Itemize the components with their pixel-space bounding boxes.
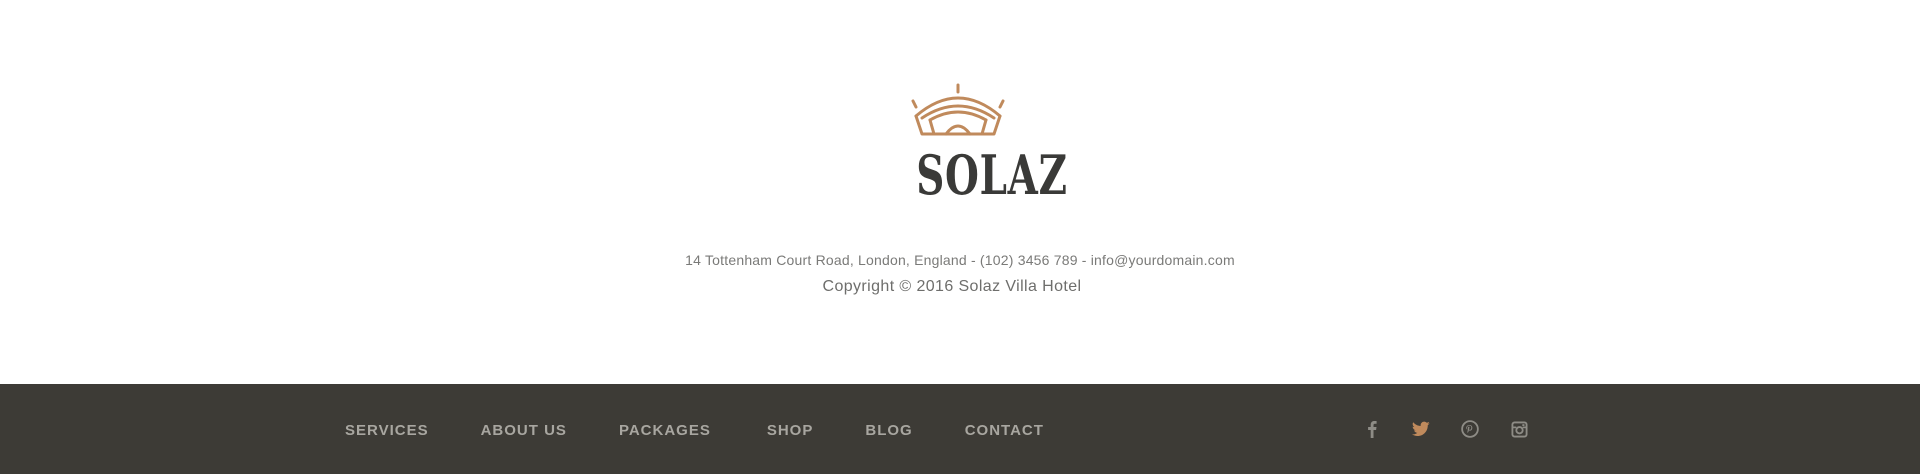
- pinterest-link[interactable]: [1458, 417, 1482, 441]
- nav-item-services[interactable]: SERVICES: [345, 422, 429, 439]
- footer-address: 14 Tottenham Court Road, London, England…: [685, 252, 1235, 268]
- pinterest-icon: [1461, 420, 1479, 438]
- instagram-link[interactable]: [1507, 417, 1531, 441]
- nav-item-about-us[interactable]: ABOUT US: [481, 422, 567, 439]
- brand-name: SOLAZ: [916, 143, 1068, 207]
- nav-item-blog[interactable]: BLOG: [865, 422, 912, 439]
- facebook-icon: [1368, 421, 1377, 438]
- brand-logo[interactable]: SOLAZ: [900, 82, 1068, 208]
- twitter-link[interactable]: [1409, 417, 1433, 441]
- footer-copyright: Copyright © 2016 Solaz Villa Hotel: [822, 278, 1082, 295]
- social-links: [1360, 417, 1531, 441]
- instagram-icon: [1510, 420, 1528, 438]
- nav-item-packages[interactable]: PACKAGES: [619, 422, 711, 439]
- twitter-icon: [1412, 421, 1430, 436]
- footer-top: SOLAZ 14 Tottenham Court Road, London, E…: [0, 0, 1920, 384]
- facebook-link[interactable]: [1360, 417, 1384, 441]
- nav-item-contact[interactable]: CONTACT: [965, 422, 1044, 439]
- footer-nav: SERVICES ABOUT US PACKAGES SHOP BLOG CON…: [345, 418, 1044, 442]
- crown-icon: [911, 83, 1005, 136]
- nav-item-shop[interactable]: SHOP: [767, 422, 814, 439]
- footer-bar: SERVICES ABOUT US PACKAGES SHOP BLOG CON…: [0, 384, 1920, 474]
